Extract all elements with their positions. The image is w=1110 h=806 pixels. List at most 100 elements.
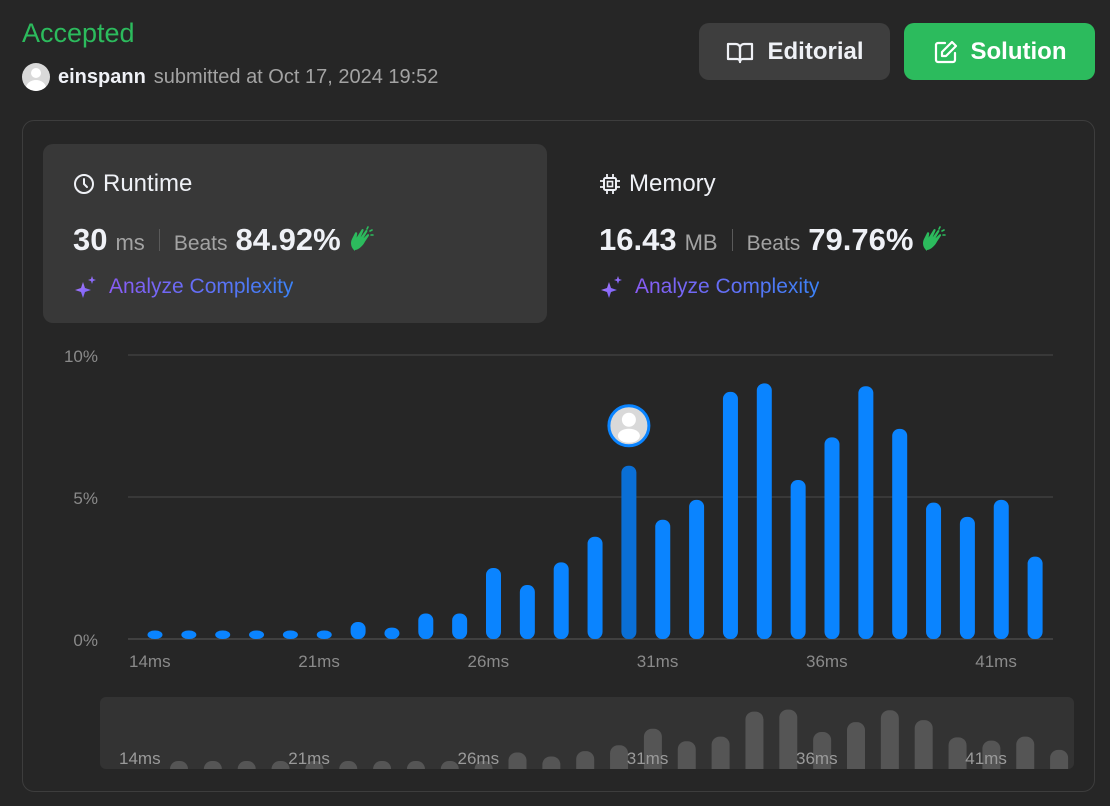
bar[interactable] bbox=[1027, 556, 1043, 639]
brush-bar bbox=[1016, 736, 1035, 769]
submitted-time: submitted at Oct 17, 2024 19:52 bbox=[153, 65, 439, 88]
submission-info: einspann submitted at Oct 17, 2024 19:52 bbox=[22, 62, 438, 92]
bar[interactable] bbox=[486, 568, 501, 639]
memory-metric: 16.43 MB Beats 79.76% bbox=[599, 222, 947, 258]
book-icon bbox=[727, 42, 754, 63]
chart-range-brush[interactable]: 14ms 21ms 26ms 31ms 36ms 41ms bbox=[100, 697, 1074, 769]
result-panel: Runtime 30 ms Beats 84.92% Analyze Compl… bbox=[22, 120, 1095, 792]
brush-bar bbox=[677, 741, 696, 769]
x-tick-label: 41ms bbox=[975, 652, 1017, 671]
edit-icon bbox=[934, 40, 957, 63]
brush-bar bbox=[745, 711, 764, 769]
brush-bar bbox=[948, 737, 967, 769]
x-tick-label: 31ms bbox=[637, 652, 679, 671]
editorial-label: Editorial bbox=[767, 37, 864, 65]
brush-bar bbox=[203, 761, 222, 769]
brush-bar bbox=[1050, 749, 1069, 769]
clap-icon bbox=[350, 226, 374, 251]
bar[interactable] bbox=[282, 630, 298, 639]
brush-bar bbox=[406, 761, 425, 769]
y-tick-label: 5% bbox=[73, 489, 98, 508]
bar[interactable] bbox=[756, 383, 772, 639]
bar[interactable] bbox=[519, 585, 535, 639]
y-tick-label: 10% bbox=[64, 347, 98, 366]
memory-title: Memory bbox=[599, 170, 716, 198]
bar[interactable] bbox=[689, 499, 705, 639]
bar[interactable] bbox=[993, 499, 1009, 639]
bar[interactable] bbox=[249, 630, 265, 639]
runtime-card[interactable]: Runtime 30 ms Beats 84.92% Analyze Compl… bbox=[43, 144, 547, 323]
brush-bar bbox=[170, 761, 188, 769]
solution-label: Solution bbox=[970, 37, 1067, 65]
bar[interactable] bbox=[215, 630, 231, 639]
memory-analyze-label: Analyze Complexity bbox=[635, 275, 820, 298]
x-tick-label: 21ms bbox=[298, 652, 340, 671]
bar-highlighted[interactable] bbox=[621, 465, 637, 639]
runtime-title: Runtime bbox=[73, 170, 192, 198]
bar[interactable] bbox=[553, 562, 569, 639]
clap-icon bbox=[923, 226, 947, 251]
bar[interactable] bbox=[350, 621, 366, 639]
memory-unit: MB bbox=[684, 230, 718, 255]
brush-tick-label: 21ms bbox=[288, 749, 330, 768]
submission-status: Accepted bbox=[22, 18, 135, 48]
editorial-button[interactable]: Editorial bbox=[699, 23, 890, 80]
brush-tick-label: 41ms bbox=[965, 749, 1007, 768]
sparkle-icon bbox=[75, 276, 96, 298]
memory-title-label: Memory bbox=[629, 170, 716, 197]
runtime-analyze-complexity[interactable]: Analyze Complexity bbox=[73, 274, 293, 300]
solution-button[interactable]: Solution bbox=[904, 23, 1095, 80]
bar[interactable] bbox=[824, 437, 840, 639]
brush-bar bbox=[711, 736, 730, 769]
brush-bar bbox=[610, 745, 629, 769]
x-tick-label: 36ms bbox=[806, 652, 848, 671]
your-submission-avatar[interactable] bbox=[607, 404, 651, 448]
bar[interactable] bbox=[384, 627, 400, 639]
bar[interactable] bbox=[892, 428, 908, 639]
brush-tick-label: 26ms bbox=[458, 749, 500, 768]
brush-bar bbox=[880, 710, 899, 769]
brush-bar bbox=[847, 722, 865, 769]
brush-bar bbox=[914, 720, 933, 769]
brush-tick-label: 36ms bbox=[796, 749, 838, 768]
memory-beats-label: Beats bbox=[746, 232, 801, 255]
bar[interactable] bbox=[959, 516, 975, 639]
brush-tick-label: 14ms bbox=[119, 749, 161, 768]
bar[interactable] bbox=[858, 386, 874, 639]
runtime-title-label: Runtime bbox=[103, 170, 193, 197]
memory-card[interactable]: Memory 16.43 MB Beats 79.76% Analyze Com… bbox=[569, 144, 1073, 323]
metric-divider bbox=[731, 229, 733, 251]
runtime-metric: 30 ms Beats 84.92% bbox=[73, 222, 375, 258]
runtime-unit: ms bbox=[115, 230, 145, 255]
memory-beats-percent: 79.76% bbox=[808, 222, 914, 257]
brush-minimap[interactable]: 14ms 21ms 26ms 31ms 36ms 41ms bbox=[100, 697, 1074, 769]
brush-bar bbox=[508, 752, 527, 769]
user-avatar[interactable] bbox=[22, 63, 50, 91]
memory-analyze-complexity[interactable]: Analyze Complexity bbox=[599, 274, 819, 300]
bar[interactable] bbox=[790, 479, 806, 639]
username-link[interactable]: einspann bbox=[58, 66, 146, 89]
runtime-value: 30 bbox=[73, 222, 108, 257]
bar[interactable] bbox=[587, 536, 603, 639]
bar[interactable] bbox=[316, 630, 332, 639]
brush-bar bbox=[779, 709, 798, 769]
bar[interactable] bbox=[181, 630, 197, 639]
runtime-analyze-label: Analyze Complexity bbox=[109, 275, 294, 298]
y-tick-label: 0% bbox=[73, 631, 98, 650]
brush-bar bbox=[339, 761, 358, 769]
runtime-beats-percent: 84.92% bbox=[235, 222, 341, 257]
bar[interactable] bbox=[452, 613, 468, 639]
brush-tick-label: 31ms bbox=[627, 749, 669, 768]
runtime-distribution-chart[interactable]: 10% 5% 0% 14ms 21ms 26ms 31ms 36ms 41ms bbox=[23, 341, 1096, 671]
bar[interactable] bbox=[655, 519, 671, 639]
brush-bar bbox=[440, 761, 459, 769]
bar[interactable] bbox=[418, 613, 434, 639]
bar[interactable] bbox=[926, 502, 942, 639]
brush-bar bbox=[237, 761, 256, 769]
bar[interactable] bbox=[147, 630, 163, 639]
memory-value: 16.43 bbox=[599, 222, 677, 257]
brush-bar bbox=[542, 756, 561, 769]
bar[interactable] bbox=[722, 391, 738, 639]
x-tick-label: 14ms bbox=[129, 652, 171, 671]
sparkle-icon bbox=[601, 276, 622, 298]
